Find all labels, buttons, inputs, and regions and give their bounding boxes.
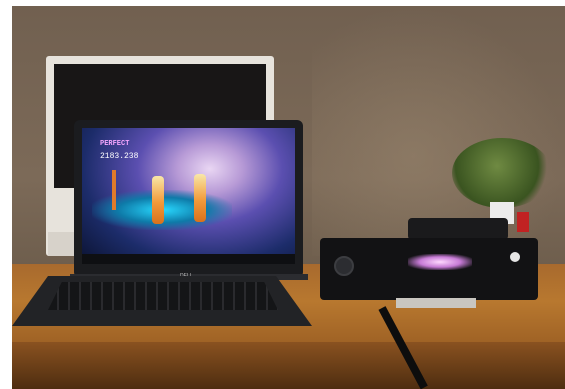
device-on-kinect (408, 218, 508, 240)
kinect-light (408, 254, 472, 270)
progress-meter (112, 170, 116, 210)
windows-taskbar (82, 254, 295, 264)
desk-edge (12, 342, 565, 389)
kinect-stand (396, 298, 476, 308)
dancer-right (194, 174, 206, 222)
laptop-screen: PERFECT 2183.238 (82, 128, 295, 264)
game-rating-label: PERFECT (100, 140, 130, 148)
dancer-left (152, 176, 164, 224)
photo: PERFECT 2183.238 DELL (12, 6, 565, 389)
xbox-logo-icon (510, 252, 520, 262)
red-cup (517, 212, 529, 232)
laptop-keyboard (48, 282, 278, 310)
game-score: 2183.238 (100, 152, 139, 161)
kinect-camera-lens (334, 256, 354, 276)
potted-plant (452, 138, 552, 208)
